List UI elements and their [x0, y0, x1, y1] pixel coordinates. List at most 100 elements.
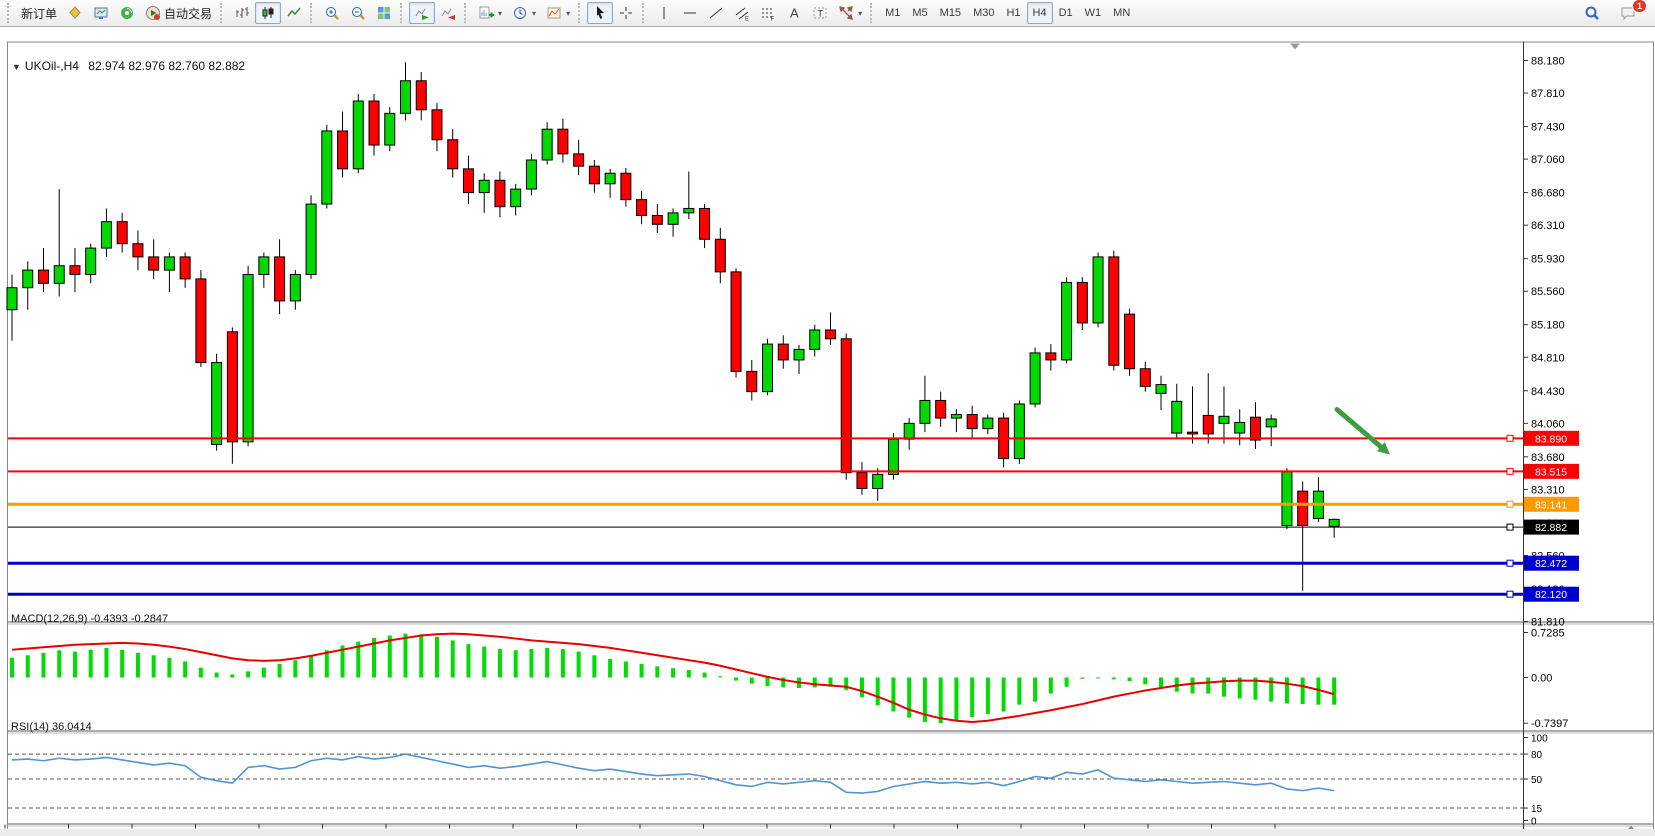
line-chart-button[interactable] — [281, 2, 307, 24]
chart-title: ▼UKOil-,H4 82.974 82.976 82.760 82.882 — [12, 59, 245, 73]
textA-icon: A — [786, 5, 802, 21]
tf-h4-button[interactable]: H4 — [1027, 2, 1053, 24]
zoom-out-button[interactable] — [345, 2, 371, 24]
candle — [227, 332, 237, 442]
candle — [526, 160, 536, 189]
macd-histogram-bar — [466, 644, 470, 677]
macd-histogram-bar — [970, 678, 974, 718]
macd-histogram-bar — [26, 655, 30, 677]
tf-m1-button[interactable]: M1 — [879, 2, 906, 24]
macd-label: MACD(12,26,9) -0.4393 -0.2847 — [11, 613, 168, 625]
tf-mn-button[interactable]: MN — [1107, 2, 1136, 24]
macd-histogram-bar — [136, 653, 140, 678]
periods-button[interactable]: ▾ — [507, 2, 541, 24]
macd-histogram-bar — [120, 650, 124, 678]
candle — [668, 213, 678, 224]
signals-icon-button[interactable] — [114, 2, 140, 24]
indicators-button[interactable]: ▾ — [473, 2, 507, 24]
trendline-button[interactable] — [703, 2, 729, 24]
price-axis-label: 87.810 — [1531, 88, 1565, 100]
autoscroll-button[interactable] — [409, 2, 435, 24]
bars-button[interactable] — [229, 2, 255, 24]
level-line-handle[interactable] — [1507, 591, 1513, 597]
notifications-button[interactable]: 1 — [1615, 2, 1641, 24]
candle — [605, 173, 615, 184]
candle — [385, 113, 395, 145]
templates-button[interactable]: ▾ — [541, 2, 575, 24]
candle — [936, 400, 946, 418]
vertical-line-button[interactable] — [651, 2, 677, 24]
candle — [652, 216, 662, 225]
crosshair-button[interactable] — [613, 2, 639, 24]
level-line-handle[interactable] — [1507, 524, 1513, 530]
chevron-down-icon[interactable]: ▼ — [12, 62, 21, 72]
periods-button-caret-icon[interactable]: ▾ — [532, 9, 536, 18]
macd-histogram-bar — [293, 660, 297, 677]
chart-area[interactable]: 88.18087.81087.43087.06086.68086.31085.9… — [0, 27, 1655, 829]
arrows-button[interactable]: ▾ — [833, 2, 867, 24]
channel-button[interactable]: E — [729, 2, 755, 24]
macd-histogram-bar — [1128, 678, 1132, 682]
arrows-icon — [838, 5, 854, 21]
candle — [463, 169, 473, 193]
candle — [416, 81, 426, 110]
tf-m15-button[interactable]: M15 — [934, 2, 967, 24]
horizontal-line-button[interactable] — [677, 2, 703, 24]
fibonacci-button[interactable]: F — [755, 2, 781, 24]
cursor-icon — [592, 5, 608, 21]
chart-shift-button[interactable] — [435, 2, 461, 24]
candles-icon — [260, 5, 276, 21]
cursor-button[interactable] — [587, 2, 613, 24]
candle — [825, 330, 835, 339]
candle — [715, 239, 725, 272]
chart-canvas[interactable]: 88.18087.81087.43087.06086.68086.31085.9… — [0, 27, 1655, 836]
label-button[interactable]: T — [807, 2, 833, 24]
text-button[interactable]: A — [781, 2, 807, 24]
search-button[interactable] — [1579, 2, 1605, 24]
tf-d1-button[interactable]: D1 — [1053, 2, 1079, 24]
macd-axis-label: 0.00 — [1531, 673, 1552, 685]
arrows-button-caret-icon[interactable]: ▾ — [858, 9, 862, 18]
macd-histogram-bar — [230, 674, 234, 677]
tf-m30-button-label: M30 — [973, 7, 994, 19]
gem-icon — [67, 5, 83, 21]
autotrading-button[interactable]: 自动交易 — [140, 2, 217, 24]
candle — [23, 270, 33, 288]
candle — [164, 257, 174, 270]
templates-button-caret-icon[interactable]: ▾ — [566, 9, 570, 18]
candle — [511, 189, 521, 207]
linechart-icon — [286, 5, 302, 21]
tf-h1-button[interactable]: H1 — [1000, 2, 1026, 24]
level-line-handle[interactable] — [1507, 468, 1513, 474]
terminal-icon-button[interactable] — [88, 2, 114, 24]
labelT-icon: T — [812, 5, 828, 21]
macd-histogram-bar — [199, 668, 203, 678]
chart-window-icon-button[interactable] — [62, 2, 88, 24]
zoomout-icon — [350, 5, 366, 21]
macd-histogram-bar — [860, 678, 864, 698]
level-line-handle[interactable] — [1507, 560, 1513, 566]
toolbar-separator — [870, 3, 876, 23]
price-axis-label: 84.060 — [1531, 418, 1565, 430]
price-level-badge-text: 82.472 — [1535, 558, 1567, 570]
zoom-in-button[interactable] — [319, 2, 345, 24]
price-level-badge-text: 82.882 — [1535, 522, 1567, 534]
macd-histogram-bar — [624, 661, 628, 677]
new-order-button[interactable]: 新订单 — [16, 2, 62, 24]
candles-button[interactable] — [255, 2, 281, 24]
price-axis-label: 87.060 — [1531, 154, 1565, 166]
indicators-button-caret-icon[interactable]: ▾ — [498, 9, 502, 18]
tf-w1-button[interactable]: W1 — [1079, 2, 1108, 24]
level-line-handle[interactable] — [1507, 435, 1513, 441]
candle — [637, 200, 647, 216]
tf-m30-button[interactable]: M30 — [967, 2, 1000, 24]
candle — [1250, 417, 1260, 440]
level-line-handle[interactable] — [1507, 501, 1513, 507]
macd-histogram-bar — [104, 648, 108, 678]
candle — [1062, 282, 1072, 360]
macd-histogram-bar — [309, 655, 313, 677]
candle — [542, 129, 552, 160]
tile-windows-button[interactable] — [371, 2, 397, 24]
tf-m5-button[interactable]: M5 — [906, 2, 933, 24]
candle — [1298, 491, 1308, 525]
